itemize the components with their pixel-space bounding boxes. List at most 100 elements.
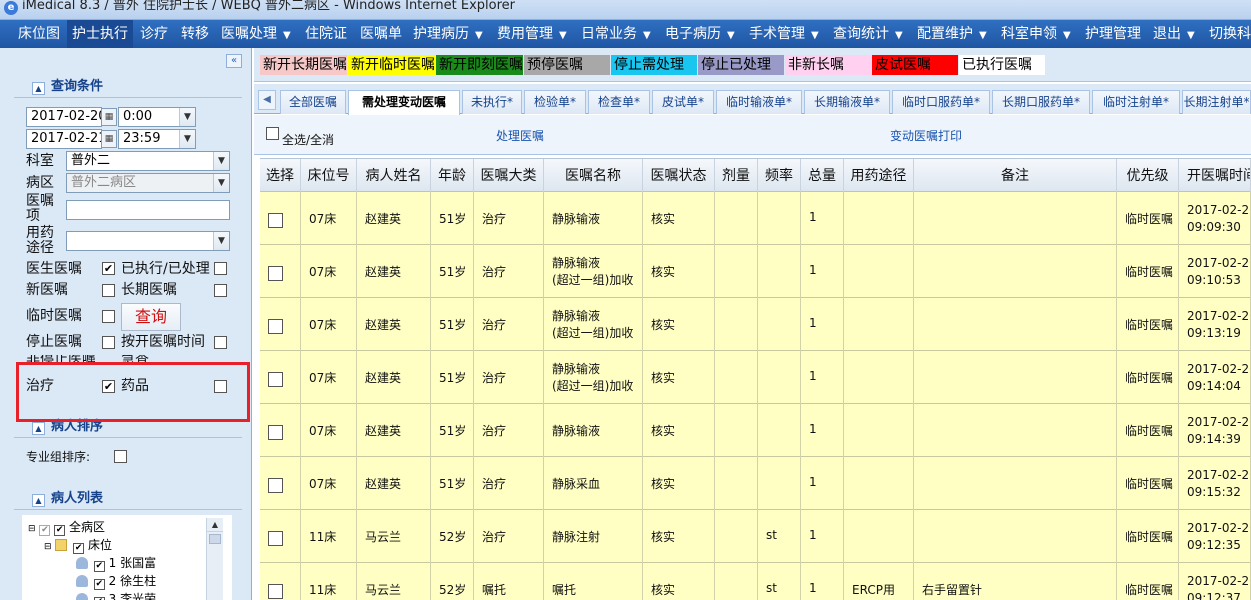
menu-daily-work[interactable]: 日常业务 ▼ (576, 20, 656, 48)
executed-checkbox[interactable] (214, 262, 227, 275)
print-changed-orders-link[interactable]: 变动医嘱打印 (890, 127, 962, 144)
chevron-down-icon[interactable]: ▼ (213, 232, 229, 250)
stop-order-checkbox[interactable] (102, 336, 115, 349)
tab-all-orders[interactable]: 全部医嘱 (280, 90, 346, 114)
tab-scroll-left-icon[interactable]: ◀ (258, 90, 276, 110)
row-select-checkbox[interactable] (268, 319, 283, 334)
long-order-checkbox[interactable] (214, 284, 227, 297)
col-dose[interactable]: 剂量 (715, 159, 758, 193)
menu-dept-request[interactable]: 科室申领 ▼ (996, 20, 1076, 48)
menu-switch-dept[interactable]: 切换科 (1204, 20, 1251, 48)
menu-surgery[interactable]: 手术管理 ▼ (744, 20, 824, 48)
query-section-header[interactable]: ▲ 查询条件 (14, 76, 242, 98)
tree-node-all-ward[interactable]: ⊟ ✔ ✔ 全病区 (28, 518, 105, 536)
row-select-checkbox[interactable] (268, 425, 283, 440)
table-row[interactable]: 07床 赵建英 51岁 治疗 静脉输液 (超过一组)加收 核实 1 临时医嘱 2017-02-20… (260, 351, 1251, 404)
menu-config[interactable]: 配置维护 ▼ (912, 20, 992, 48)
menu-bed-chart[interactable]: 床位图 (13, 20, 65, 48)
tree-node-patient[interactable]: ✔ 3 李光荣 (76, 590, 156, 600)
menu-billing[interactable]: 费用管理 ▼ (492, 20, 572, 48)
col-patient-name[interactable]: 病人姓名 (357, 159, 431, 193)
menu-emr[interactable]: 电子病历 ▼ (660, 20, 740, 48)
doctor-order-checkbox[interactable]: ✔ (102, 262, 115, 275)
table-row[interactable]: 07床 赵建英 51岁 治疗 静脉输液 (超过一组)加收 核实 1 临时医嘱 2017-02-20… (260, 245, 1251, 298)
menu-order-processing[interactable]: 医嘱处理 ▼ (216, 20, 296, 48)
tab-exam-sheet[interactable]: 检查单* (588, 90, 650, 114)
col-order-time[interactable]: 开医嘱时间 (1179, 159, 1251, 193)
calendar-icon[interactable]: ▦ (101, 108, 117, 126)
row-select-checkbox[interactable] (268, 584, 283, 599)
process-orders-link[interactable]: 处理医嘱 (496, 127, 544, 144)
scroll-up-icon[interactable]: ▲ (207, 518, 223, 532)
col-route[interactable]: 用药途径 (844, 159, 914, 193)
patient-list-section-header[interactable]: ▲ 病人列表 (14, 488, 242, 510)
table-row[interactable]: 11床 马云兰 52岁 治疗 静脉注射 核实 st 1 临时医嘱 2017-02-20 09:12:… (260, 510, 1251, 563)
menu-order-sheet[interactable]: 医嘱单 (355, 20, 407, 48)
collapse-up-icon[interactable]: ▲ (32, 422, 45, 435)
chevron-down-icon[interactable]: ▼ (179, 130, 195, 148)
calendar-icon[interactable]: ▦ (101, 130, 117, 148)
tab-long-infusion[interactable]: 长期输液单* (804, 90, 890, 114)
chevron-down-icon[interactable]: ▼ (213, 152, 229, 170)
tab-temp-oral[interactable]: 临时口服药单* (892, 90, 990, 114)
col-order-name[interactable]: 医嘱名称 (544, 159, 643, 193)
tree-scrollbar[interactable]: ▲ (206, 518, 223, 600)
tab-not-executed[interactable]: 未执行* (462, 90, 522, 114)
row-select-checkbox[interactable] (268, 372, 283, 387)
start-time-input[interactable]: 0:00 ▼ (118, 107, 196, 127)
table-row[interactable]: 11床 马云兰 52岁 嘱托 嘱托 核实 st 1 ERCP用 右手留置针 临时医嘱 2017-02-… (260, 563, 1251, 600)
table-row[interactable]: 07床 赵建英 51岁 治疗 静脉输液 核实 1 临时医嘱 2017-02-20 09:09:30 (260, 192, 1251, 245)
tree-expand-icon[interactable]: ⊟ (44, 542, 52, 552)
col-bed[interactable]: 床位号 (301, 159, 357, 193)
start-date-input[interactable]: 2017-02-20 (26, 107, 102, 127)
tab-skin-test-sheet[interactable]: 皮试单* (652, 90, 714, 114)
dept-select[interactable]: 普外二 ▼ (66, 151, 230, 171)
tree-checkbox[interactable]: ✔ (54, 525, 66, 536)
tab-temp-injection[interactable]: 临时注射单* (1092, 90, 1180, 114)
col-age[interactable]: 年龄 (431, 159, 474, 193)
tab-lab-sheet[interactable]: 检验单* (524, 90, 586, 114)
menu-exit[interactable]: 退出 ▼ (1148, 20, 1200, 48)
collapse-up-icon[interactable]: ▲ (32, 82, 45, 95)
tree-node-patient[interactable]: ✔ 2 徐生柱 (76, 572, 156, 590)
menu-query-stats[interactable]: 查询统计 ▼ (828, 20, 908, 48)
tree-expand-icon[interactable]: ⊟ (28, 524, 36, 534)
temp-order-checkbox[interactable] (102, 310, 115, 323)
table-row[interactable]: 07床 赵建英 51岁 治疗 静脉输液 (超过一组)加收 核实 1 临时医嘱 2017-02-20… (260, 298, 1251, 351)
table-row[interactable]: 07床 赵建英 51岁 治疗 静脉采血 核实 1 临时医嘱 2017-02-20 09:15:32 (260, 457, 1251, 510)
col-select[interactable]: 选择 (260, 159, 301, 193)
chevron-down-icon[interactable]: ▼ (179, 108, 195, 126)
new-order-checkbox[interactable] (102, 284, 115, 297)
tab-temp-infusion[interactable]: 临时输液单* (716, 90, 802, 114)
tree-checkbox[interactable]: ✔ (73, 543, 85, 554)
tree-checkbox[interactable]: ✔ (93, 579, 105, 590)
row-select-checkbox[interactable] (268, 266, 283, 281)
row-select-checkbox[interactable] (268, 478, 283, 493)
col-priority[interactable]: 优先级 (1117, 159, 1179, 193)
route-select[interactable]: ▼ (66, 231, 230, 251)
query-button[interactable]: 查询 (121, 303, 181, 331)
row-select-checkbox[interactable] (268, 531, 283, 546)
collapse-up-icon[interactable]: ▲ (32, 494, 45, 507)
menu-transfer[interactable]: 转移 (176, 20, 214, 48)
tab-long-oral[interactable]: 长期口服药单* (992, 90, 1090, 114)
tree-node-patient[interactable]: ✔ 1 张国富 (76, 554, 156, 572)
tree-checkbox[interactable]: ✔ (39, 525, 51, 536)
table-row[interactable]: 07床 赵建英 51岁 治疗 静脉输液 核实 1 临时医嘱 2017-02-20 09:14:39 (260, 404, 1251, 457)
select-all-checkbox[interactable] (266, 127, 279, 140)
menu-nurse-execute[interactable]: 护士执行 (67, 20, 133, 48)
by-open-time-checkbox[interactable] (214, 336, 227, 349)
col-frequency[interactable]: 频率 (758, 159, 801, 193)
scroll-thumb[interactable] (209, 534, 221, 544)
col-order-category[interactable]: 医嘱大类 (474, 159, 544, 193)
row-select-checkbox[interactable] (268, 213, 283, 228)
order-item-input[interactable] (66, 200, 230, 220)
tab-changed-orders[interactable]: 需处理变动医嘱 (348, 90, 460, 115)
end-time-input[interactable]: 23:59 ▼ (118, 129, 196, 149)
tree-node-bed[interactable]: ⊟ ✔ 床位 (44, 536, 112, 554)
col-order-status[interactable]: 医嘱状态 (643, 159, 715, 193)
tab-long-injection[interactable]: 长期注射单* (1182, 90, 1251, 114)
tree-checkbox[interactable]: ✔ (93, 561, 105, 572)
menu-nursing-record[interactable]: 护理病历 ▼ (408, 20, 488, 48)
col-total[interactable]: 总量 (801, 159, 844, 193)
